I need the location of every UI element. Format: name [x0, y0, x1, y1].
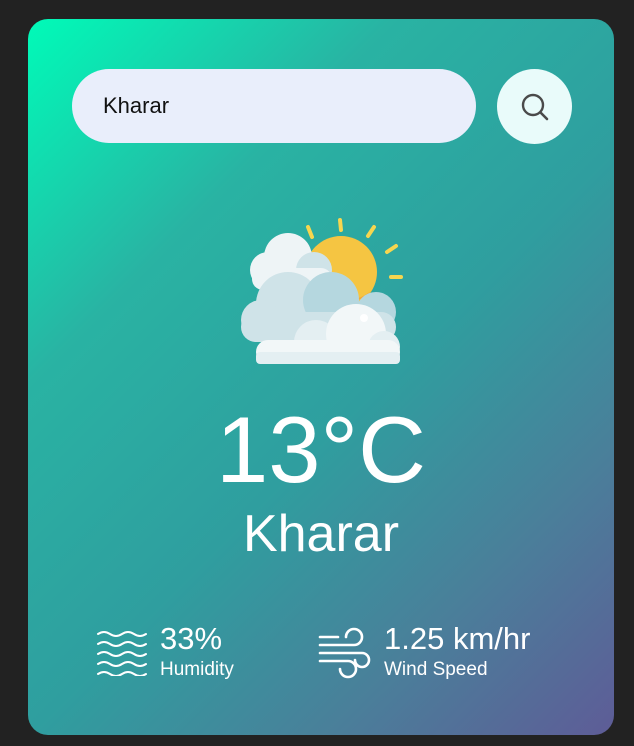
- search-button[interactable]: [497, 69, 572, 144]
- humidity-waves-icon: [97, 631, 147, 676]
- temperature-value: 13°C: [215, 397, 427, 502]
- wind-speed-value: 1.25 km/hr: [384, 621, 531, 656]
- weather-card: 13°C Kharar 33% Humidity: [28, 19, 614, 735]
- wind-icon: [318, 627, 371, 679]
- search-icon: [521, 93, 548, 120]
- wind-stat: 1.25 km/hr Wind Speed: [318, 623, 530, 681]
- city-search-input[interactable]: [72, 69, 476, 143]
- wind-speed-label: Wind Speed: [384, 659, 488, 680]
- humidity-label: Humidity: [160, 659, 234, 680]
- humidity-stat: 33% Humidity: [96, 623, 234, 681]
- humidity-value: 33%: [160, 621, 223, 656]
- sun-behind-clouds-icon: [241, 218, 403, 364]
- city-name: Kharar: [242, 505, 400, 563]
